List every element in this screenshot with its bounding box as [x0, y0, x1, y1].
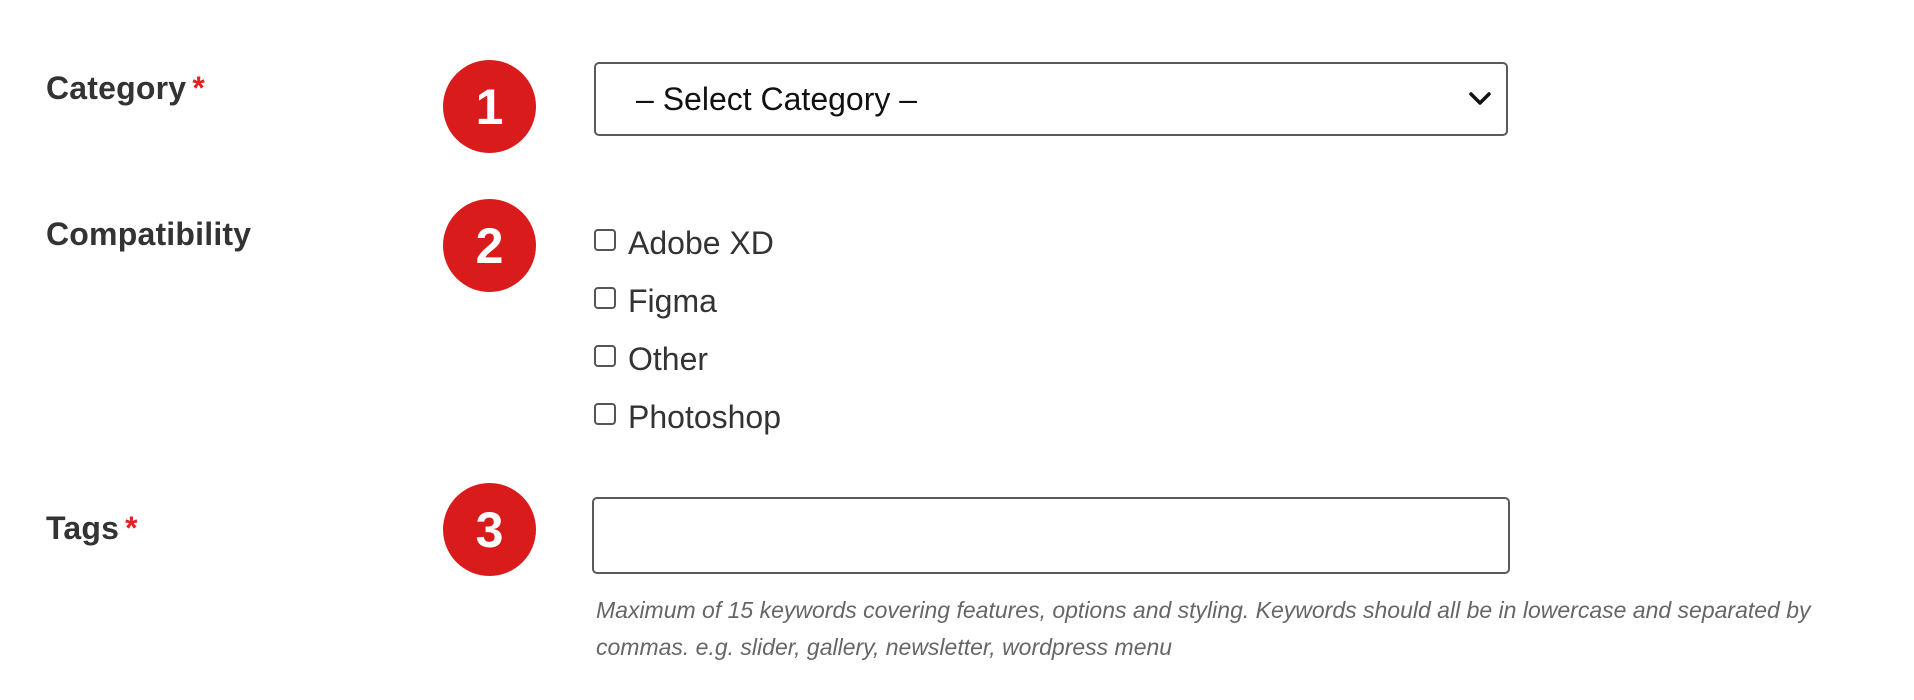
checkbox-adobe-xd[interactable]: Adobe XD	[594, 214, 781, 272]
checkbox-label: Adobe XD	[628, 224, 774, 261]
tags-help-text: Maximum of 15 keywords covering features…	[596, 597, 1811, 660]
checkbox-figma[interactable]: Figma	[594, 272, 781, 330]
required-asterisk: *	[125, 510, 138, 546]
compatibility-label-text: Compatibility	[46, 216, 252, 252]
checkbox-label: Photoshop	[628, 398, 782, 435]
category-select-value: – Select Category –	[636, 80, 918, 117]
step-badge-3: 3	[443, 483, 536, 576]
checkbox-photoshop[interactable]: Photoshop	[594, 388, 781, 446]
tags-label-text: Tags	[46, 510, 120, 546]
compatibility-checkbox-list: Adobe XD Figma Other Photoshop	[594, 214, 781, 446]
category-label: Category *	[46, 70, 205, 107]
compatibility-label: Compatibility	[46, 216, 251, 253]
required-asterisk: *	[192, 70, 205, 106]
checkbox-box[interactable]	[594, 345, 616, 367]
tags-input[interactable]	[592, 497, 1510, 574]
checkbox-box[interactable]	[594, 229, 616, 251]
checkbox-label: Other	[628, 340, 709, 377]
tags-label: Tags *	[46, 510, 138, 547]
step-badge-2: 2	[443, 199, 536, 292]
checkbox-box[interactable]	[594, 287, 616, 309]
checkbox-other[interactable]: Other	[594, 330, 781, 388]
checkbox-label: Figma	[628, 282, 717, 319]
category-label-text: Category	[46, 70, 187, 106]
chevron-down-icon	[1466, 85, 1494, 113]
category-select[interactable]: – Select Category –	[594, 62, 1508, 136]
step-badge-1: 1	[443, 60, 536, 153]
checkbox-box[interactable]	[594, 403, 616, 425]
